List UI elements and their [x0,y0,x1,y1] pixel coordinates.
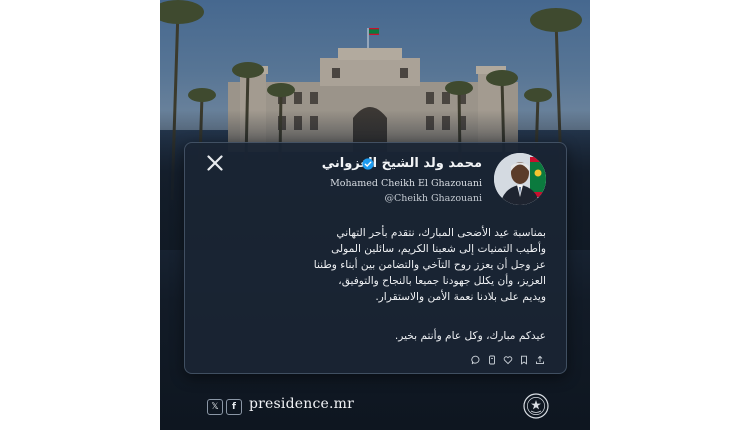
repost-icon[interactable] [487,355,497,365]
tweet-closing-line: عيدكم مبارك، وكل عام وأنتم بخير. [394,330,546,342]
verified-badge-icon [362,158,374,170]
reply-icon[interactable] [471,355,481,365]
tweet-line: ويديم على بلادنا نعمة الأمن والاستقرار. [375,291,546,303]
tweet-actions [471,355,545,365]
x-logo-icon[interactable] [207,155,223,171]
avatar[interactable] [494,153,546,205]
like-icon[interactable] [503,355,513,365]
tweet-line: العزيز، وأن يكلل جهودنا جميعا بالنجاح وا… [338,275,546,287]
author-name-latin: Mohamed Cheikh El Ghazouani [330,178,482,189]
footer-facebook-icon[interactable]: f [226,399,242,415]
tweet-line: عز وجل أن يعزز روح التآخي والتضامن بين أ… [313,259,546,271]
website-link[interactable]: presidence.mr [249,396,354,412]
author-name-arabic[interactable]: محمد ولد الشيخ الغزواني [322,156,482,171]
presidency-seal-icon [523,393,549,419]
bookmark-icon[interactable] [519,355,529,365]
author-handle[interactable]: @Cheikh Ghazouani [385,193,482,204]
post-graphic: محمد ولد الشيخ الغزواني Mohamed Cheikh E… [160,0,590,430]
tweet-card: محمد ولد الشيخ الغزواني Mohamed Cheikh E… [184,142,567,374]
tweet-line: بمناسبة عيد الأضحى المبارك، نتقدم بأحر ا… [336,227,546,239]
footer-x-icon[interactable]: 𝕏 [207,399,223,415]
tweet-line: وأطيب التمنيات إلى شعبنا الكريم، سائلين … [331,243,546,255]
tweet-body: بمناسبة عيد الأضحى المبارك، نتقدم بأحر ا… [206,225,546,305]
share-icon[interactable] [535,355,545,365]
portrait-image [494,153,546,205]
